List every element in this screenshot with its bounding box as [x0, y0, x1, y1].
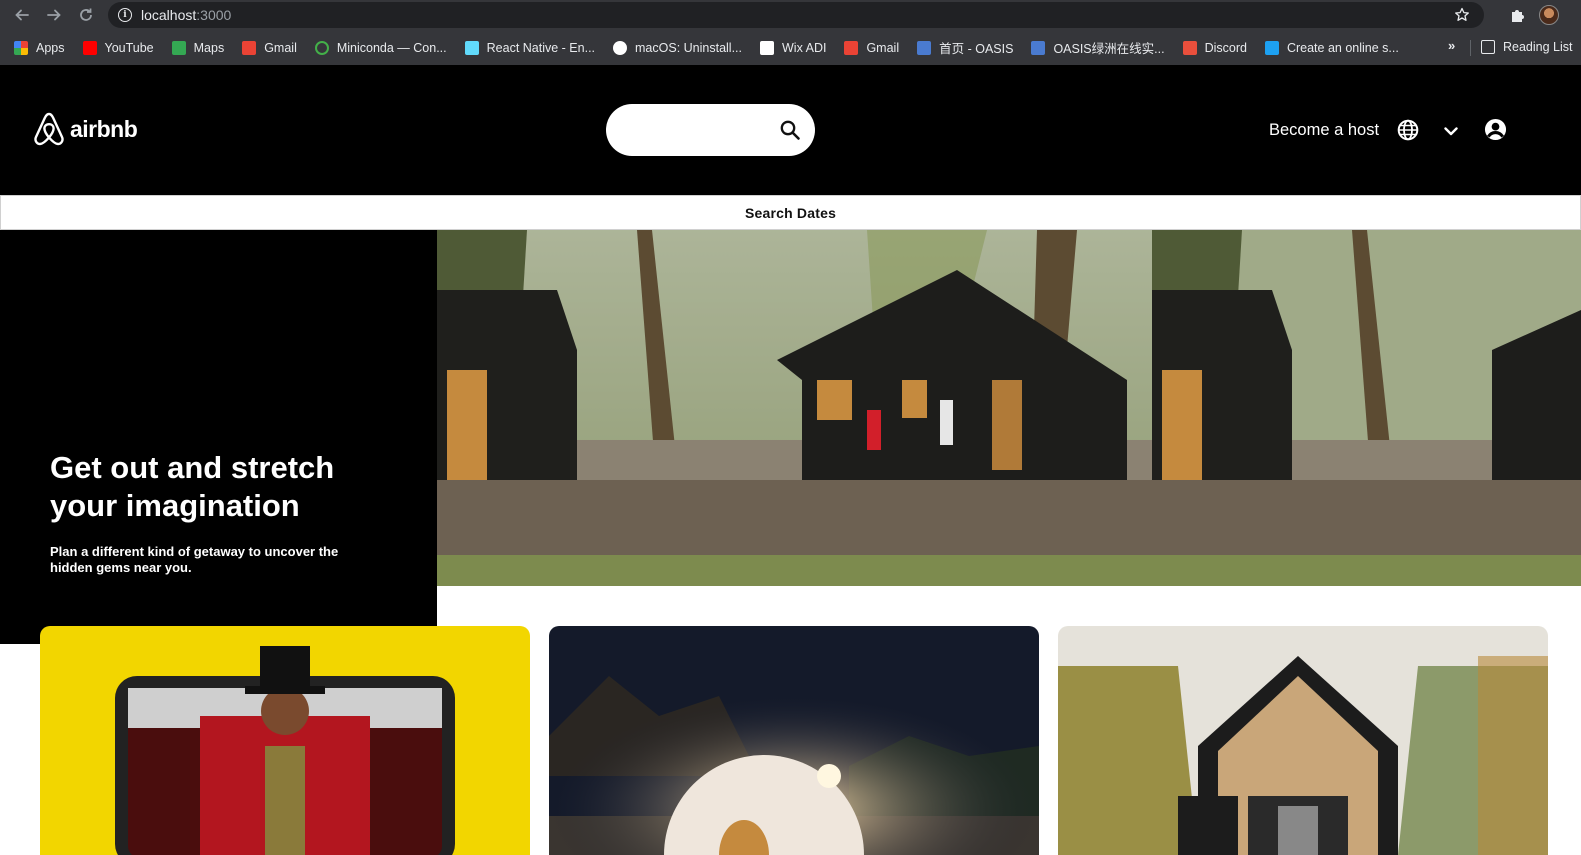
dome-stay-card[interactable] [549, 626, 1039, 855]
bookmark-item[interactable]: Miniconda — Con... [314, 40, 447, 55]
chevron-down-icon[interactable] [1442, 122, 1460, 140]
discord-icon [1182, 40, 1197, 55]
reading-list-label: Reading List [1503, 40, 1573, 54]
url-text: localhost:3000 [141, 7, 232, 23]
search-dates-label: Search Dates [744, 204, 837, 221]
bookmark-label: Apps [36, 40, 65, 55]
bookmark-label: Gmail [264, 40, 297, 55]
bookmark-item[interactable]: Discord [1182, 40, 1247, 55]
gmail-icon [242, 40, 257, 55]
reload-button[interactable] [70, 0, 102, 30]
globe-icon[interactable] [1397, 119, 1419, 141]
site-builder-icon [1264, 40, 1279, 55]
bookmark-label: Create an online s... [1286, 40, 1399, 55]
bookmark-label: OASIS绿洲在线实... [1053, 42, 1165, 56]
bookmark-item[interactable]: Gmail [242, 40, 297, 55]
bookmark-star-icon[interactable] [1454, 7, 1470, 23]
search-input[interactable] [606, 104, 815, 156]
toolbar-right [1509, 0, 1581, 30]
cabin-stay-card[interactable] [1058, 626, 1548, 855]
bookmark-item[interactable]: macOS: Uninstall... [613, 40, 742, 55]
reading-list-icon [1481, 40, 1495, 54]
react-icon [464, 40, 479, 55]
bookmark-item[interactable]: 首页 - OASIS [917, 38, 1013, 57]
forward-arrow-icon [47, 9, 61, 21]
bookmark-item[interactable]: React Native - En... [464, 40, 596, 55]
user-account-icon[interactable] [1484, 118, 1507, 141]
hero-title: Get out and stretch your imagination [50, 450, 335, 523]
bookmark-label: Wix ADI [782, 40, 827, 55]
bookmark-item[interactable]: Apps [14, 40, 65, 55]
bookmark-item[interactable]: Maps [171, 40, 225, 55]
youtube-icon [82, 40, 97, 55]
bookmark-item[interactable]: Create an online s... [1264, 40, 1399, 55]
bookmark-item[interactable]: OASIS绿洲在线实... [1031, 38, 1165, 57]
become-host-link[interactable]: Become a host [1269, 121, 1379, 140]
reading-list-button[interactable]: Reading List [1481, 40, 1573, 54]
hero-subtitle: Plan a different kind of getaway to unco… [50, 544, 339, 575]
miniconda-icon [314, 40, 329, 55]
bookmark-label: 首页 - OASIS [939, 42, 1014, 56]
forward-button[interactable] [38, 0, 70, 30]
online-experience-card[interactable] [40, 626, 530, 855]
back-arrow-icon [15, 9, 29, 21]
extensions-puzzle-icon[interactable] [1509, 7, 1525, 23]
github-icon [613, 40, 628, 55]
bookmark-label: Miniconda — Con... [336, 40, 447, 55]
bookmark-item[interactable]: Wix ADI [760, 40, 827, 55]
gmail-icon [844, 40, 859, 55]
oasis-icon [917, 40, 932, 55]
profile-avatar[interactable] [1539, 5, 1559, 25]
oasis-icon [1031, 40, 1046, 55]
hero-image-repeat [1152, 230, 1581, 586]
search-icon[interactable] [779, 119, 801, 141]
wix-icon [760, 40, 774, 55]
bookmark-item[interactable]: YouTube [82, 40, 154, 55]
bookmark-label: Gmail [866, 40, 900, 55]
address-bar[interactable]: i localhost:3000 [108, 2, 1484, 28]
bookmarks-overflow-button[interactable]: » [1448, 38, 1455, 53]
hero-image [437, 230, 1152, 586]
bookmark-label: macOS: Uninstall... [635, 40, 742, 55]
airbnb-belo-icon [34, 112, 64, 146]
brand-wordmark: airbnb [70, 115, 138, 142]
airbnb-logo[interactable]: airbnb [32, 111, 138, 147]
search-dates-button[interactable]: Search Dates [0, 195, 1581, 230]
bookmark-label: Maps [193, 40, 225, 55]
browser-toolbar: i localhost:3000 [0, 0, 1581, 30]
bookmarks-separator [1470, 40, 1471, 56]
site-info-icon[interactable]: i [118, 8, 132, 22]
bookmark-label: Discord [1204, 40, 1247, 55]
bookmark-label: YouTube [104, 40, 154, 55]
apps-grid-icon [14, 40, 28, 55]
maps-icon [171, 40, 186, 55]
back-button[interactable] [6, 0, 38, 30]
bookmarks-bar: Apps YouTube Maps Gmail Miniconda — Con... Re… [0, 30, 1581, 65]
hero-panel: Get out and stretch your imagination Pla… [0, 230, 437, 644]
reload-icon [80, 8, 92, 21]
bookmark-label: React Native - En... [486, 40, 596, 55]
site-header: airbnb Become a host [0, 65, 1581, 195]
bookmark-item[interactable]: Gmail [844, 40, 900, 55]
